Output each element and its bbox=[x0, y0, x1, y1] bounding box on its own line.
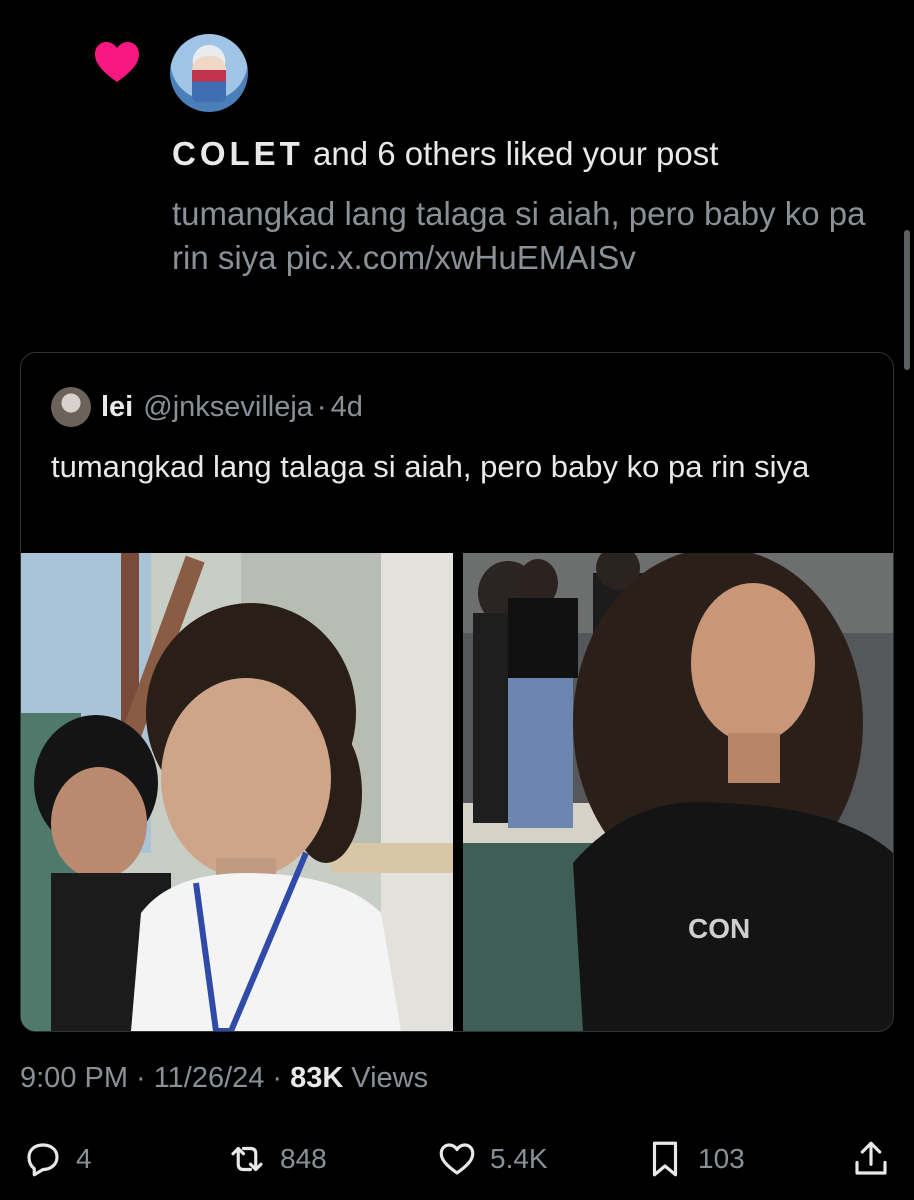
views-count[interactable]: 83K bbox=[290, 1062, 343, 1095]
bookmark-icon bbox=[652, 1141, 678, 1177]
separator-dot: · bbox=[316, 390, 327, 423]
display-name[interactable]: lei bbox=[101, 391, 133, 424]
post-date[interactable]: 11/26/24 bbox=[154, 1062, 265, 1095]
heart-icon bbox=[439, 1143, 475, 1175]
bookmark-button[interactable]: 103 bbox=[644, 1134, 745, 1184]
photo-right[interactable]: CON bbox=[463, 553, 893, 1031]
liked-line: COLET and 6 others liked your post bbox=[172, 134, 892, 174]
share-button[interactable] bbox=[850, 1134, 904, 1184]
repost-button[interactable]: 848 bbox=[226, 1134, 327, 1184]
reply-button[interactable]: 4 bbox=[22, 1134, 92, 1184]
repost-count: 848 bbox=[280, 1143, 327, 1174]
views-label: Views bbox=[351, 1062, 429, 1094]
avatar[interactable] bbox=[51, 387, 91, 427]
scrollbar[interactable] bbox=[904, 230, 910, 370]
quoted-post-text: tumangkad lang talaga si aiah, pero baby… bbox=[51, 449, 810, 484]
post-time: 4d bbox=[330, 390, 363, 423]
heart-icon bbox=[93, 40, 141, 84]
notification-text[interactable]: COLET and 6 others liked your post tuman… bbox=[172, 134, 892, 280]
reply-icon bbox=[27, 1143, 59, 1177]
separator-dot: · bbox=[272, 1062, 283, 1094]
like-button[interactable]: 5.4K bbox=[436, 1134, 548, 1184]
actor-name[interactable]: COLET bbox=[172, 135, 304, 172]
action-bar: 4 848 5.4K 103 bbox=[0, 1134, 914, 1184]
quoted-post-header: lei @jnksevilleja · 4d bbox=[51, 387, 363, 427]
handle[interactable]: @jnksevilleja bbox=[143, 391, 313, 424]
action-text: and 6 others liked your post bbox=[313, 135, 719, 172]
post-meta: 9:00 PM · 11/26/24 · 83K Views bbox=[20, 1062, 428, 1095]
separator-dot: · bbox=[136, 1062, 146, 1094]
like-count: 5.4K bbox=[490, 1143, 548, 1174]
shirt-text: CON bbox=[688, 913, 750, 944]
avatar[interactable] bbox=[170, 34, 248, 112]
photo-left[interactable] bbox=[21, 553, 453, 1031]
post-time[interactable]: 9:00 PM bbox=[20, 1062, 128, 1095]
reply-count: 4 bbox=[76, 1143, 92, 1174]
post-preview[interactable]: tumangkad lang talaga si aiah, pero baby… bbox=[172, 192, 892, 280]
share-icon bbox=[855, 1141, 887, 1175]
quoted-post-card[interactable]: lei @jnksevilleja · 4d tumangkad lang ta… bbox=[20, 352, 894, 1032]
bookmark-count: 103 bbox=[698, 1143, 745, 1174]
repost-icon bbox=[231, 1146, 263, 1172]
